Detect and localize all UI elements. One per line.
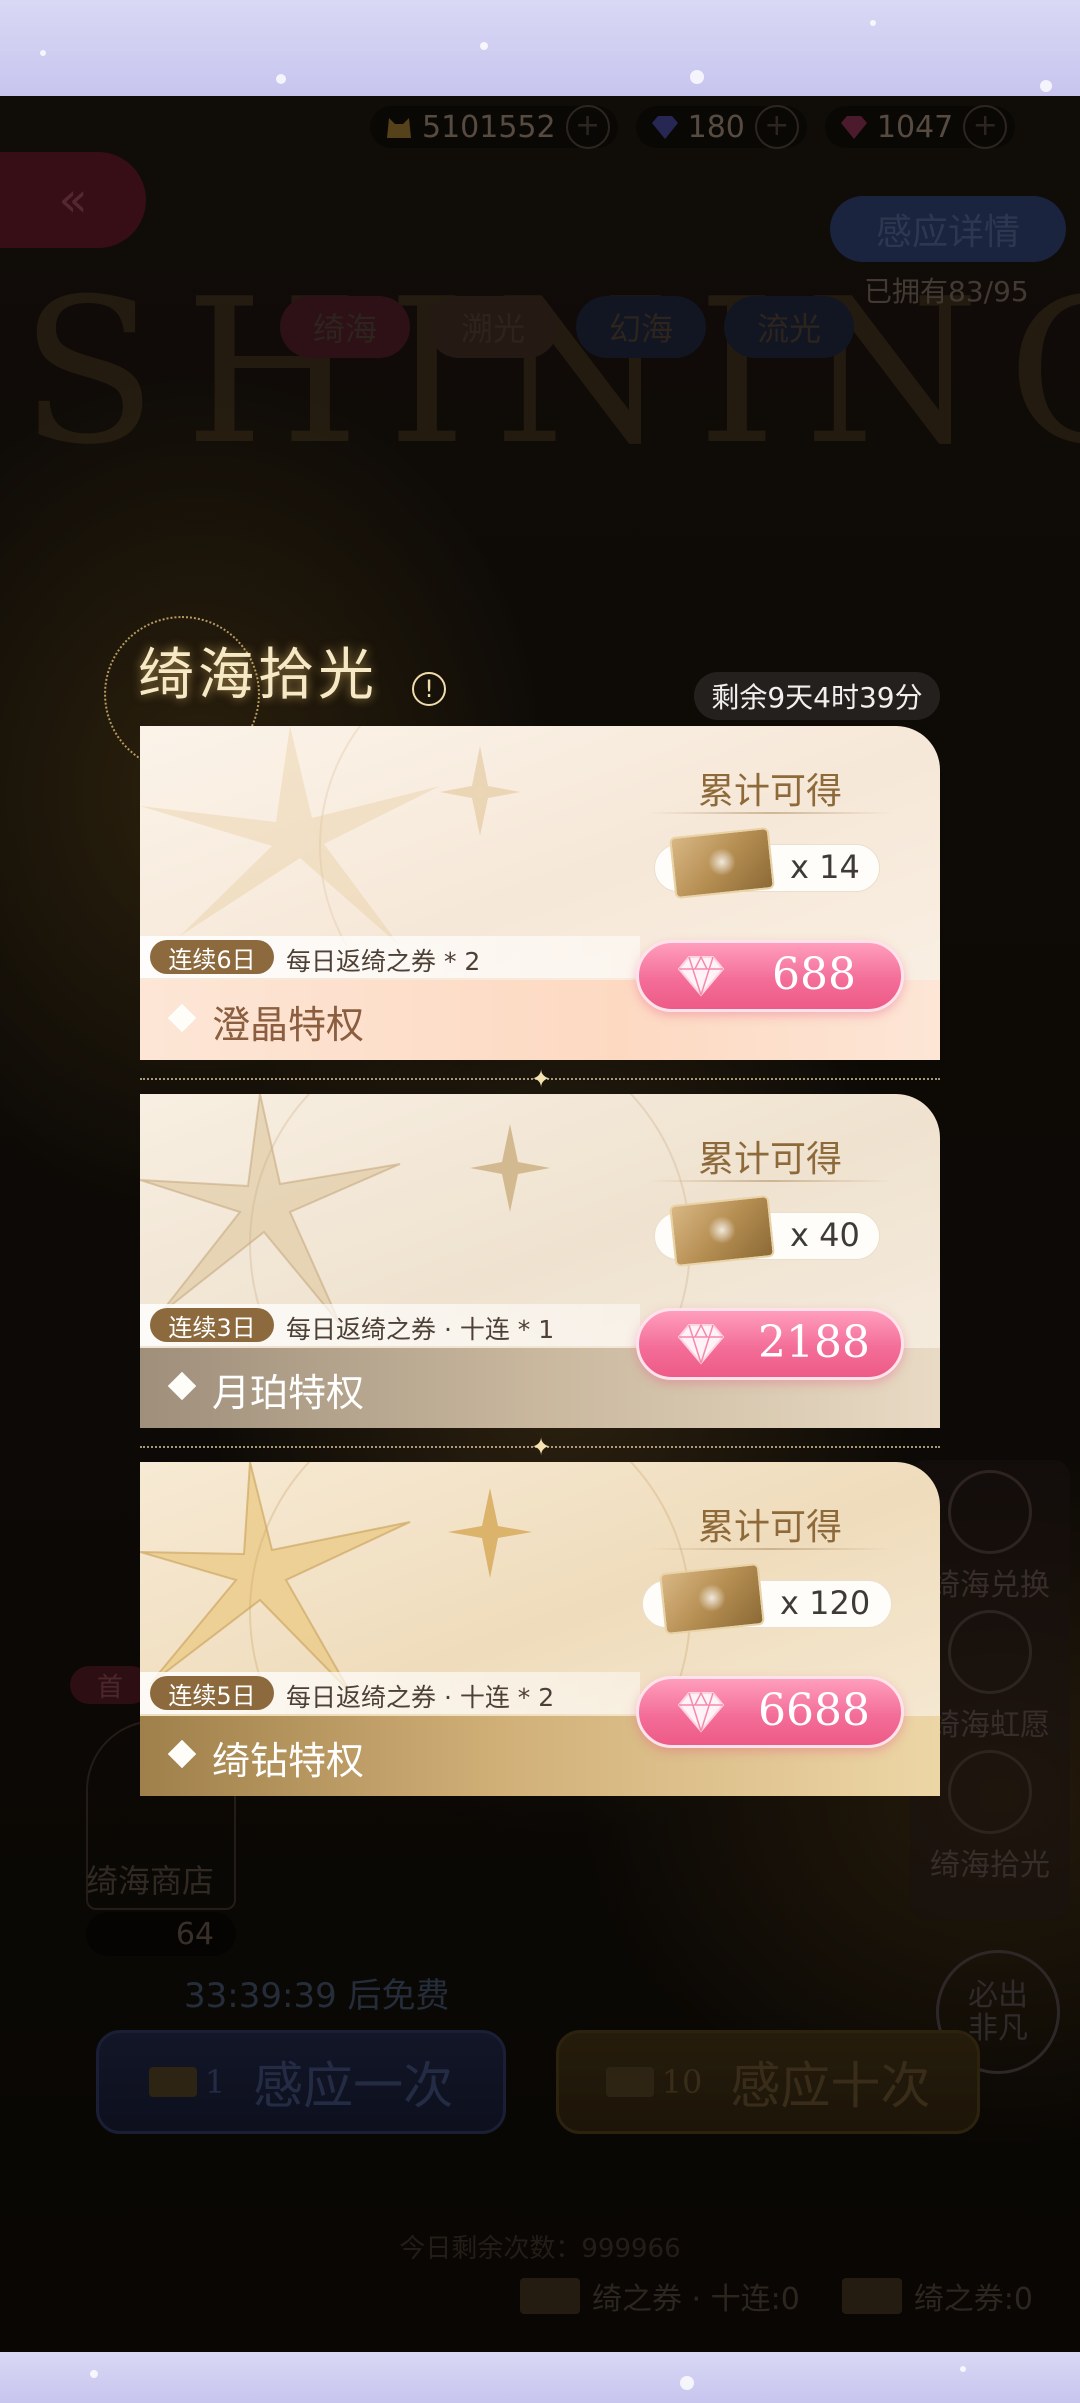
tier-label: 月珀特权 [212, 1371, 365, 1415]
streak-tag: 连续3日 [150, 1308, 274, 1342]
reward-heading: 累计可得 [697, 1139, 842, 1180]
reward-heading: 累计可得 [697, 771, 842, 812]
privilege-card-3: 累计可得 x 120 连续5日 每日返绮之券 · 十连 * 2 绮钻特权 668… [140, 1462, 940, 1796]
daily-return-text: 每日返绮之券 · 十连 * 1 [286, 1315, 555, 1344]
ticket-icon [659, 1562, 765, 1636]
price-label: 2188 [758, 1317, 870, 1368]
pink-gem-icon [677, 1323, 725, 1365]
tier-label: 澄晶特权 [212, 1003, 365, 1047]
pink-gem-icon [677, 955, 725, 997]
reward-divider [648, 812, 892, 814]
popup-title: 绮海拾光 [138, 643, 378, 708]
buy-button-6688[interactable]: 6688 [636, 1676, 904, 1748]
reward-heading: 累计可得 [697, 1507, 842, 1548]
pink-gem-icon [677, 1691, 725, 1733]
streak-tag: 连续5日 [150, 1676, 274, 1710]
top-frame [0, 0, 1080, 96]
privilege-card-1: 累计可得 x 14 连续6日 每日返绮之券 * 2 澄晶特权 688 [140, 726, 940, 1060]
ticket-icon [669, 1194, 775, 1268]
privilege-card-2: 累计可得 x 40 连续3日 每日返绮之券 · 十连 * 1 月珀特权 2188 [140, 1094, 940, 1428]
sparkle-icon: ✦ [530, 1065, 552, 1093]
compass-star-icon [140, 1094, 691, 1334]
price-label: 6688 [758, 1685, 870, 1736]
daily-return-text: 每日返绮之券 · 十连 * 2 [286, 1683, 555, 1712]
diamond-bullet-icon [167, 1371, 197, 1401]
reward-quantity: x 40 [790, 1216, 860, 1254]
reward-divider [648, 1548, 892, 1550]
diamond-bullet-icon [167, 1003, 197, 1033]
streak-row: 连续5日 每日返绮之券 · 十连 * 2 [140, 1672, 640, 1714]
compass-star-icon [140, 1462, 691, 1702]
diamond-bullet-icon [167, 1739, 197, 1769]
price-label: 688 [772, 949, 856, 1000]
reward-quantity: x 120 [780, 1584, 871, 1622]
card-divider: ✦ [140, 1434, 940, 1460]
info-icon[interactable]: ! [412, 672, 446, 706]
tier-label: 绮钻特权 [212, 1739, 365, 1783]
time-left-badge: 剩余9天4时39分 [694, 672, 940, 720]
card-divider: ✦ [140, 1066, 940, 1092]
streak-tag: 连续6日 [150, 940, 274, 974]
sparkle-icon: ✦ [530, 1433, 552, 1461]
compass-star-icon [140, 726, 520, 946]
buy-button-688[interactable]: 688 [636, 940, 904, 1012]
daily-return-text: 每日返绮之券 * 2 [286, 947, 481, 976]
bottom-frame [0, 2352, 1080, 2403]
streak-row: 连续3日 每日返绮之券 · 十连 * 1 [140, 1304, 640, 1346]
buy-button-2188[interactable]: 2188 [636, 1308, 904, 1380]
ticket-icon [669, 826, 775, 900]
streak-row: 连续6日 每日返绮之券 * 2 [140, 936, 640, 978]
reward-divider [648, 1180, 892, 1182]
reward-quantity: x 14 [790, 848, 860, 886]
